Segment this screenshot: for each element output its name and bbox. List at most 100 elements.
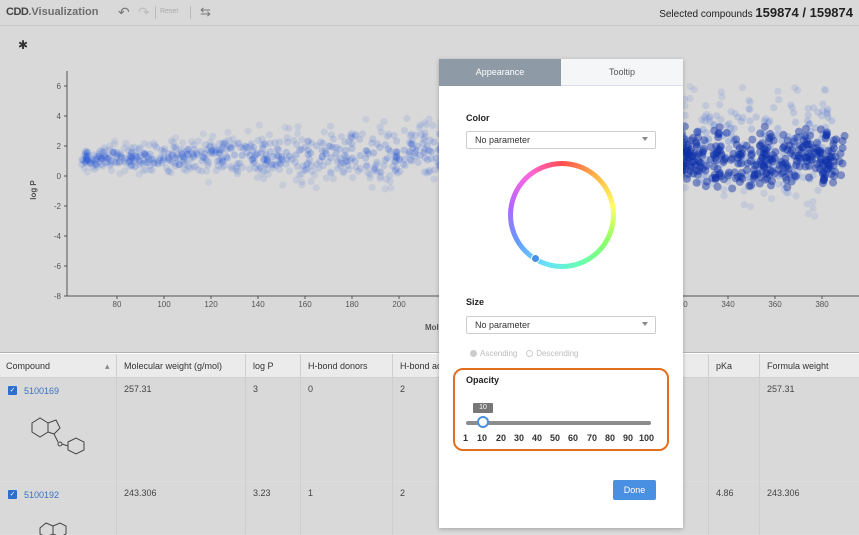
- scatter-point: [116, 170, 124, 178]
- scatter-point: [174, 154, 182, 162]
- scatter-point: [387, 184, 395, 192]
- cell-logp: 3.23: [253, 488, 271, 498]
- table-row[interactable]: ✓ 5100192 243.306 3.23 1 2 4.86 243.306: [0, 482, 859, 535]
- scatter-point: [316, 157, 324, 165]
- scatter-point: [327, 131, 335, 139]
- scatter-point: [718, 93, 726, 101]
- scatter-point: [752, 113, 760, 121]
- scatter-point: [818, 162, 827, 170]
- scatter-point: [715, 169, 724, 177]
- scatter-point: [260, 155, 268, 163]
- opacity-tick-label: 80: [605, 433, 616, 443]
- opacity-tick-label: 20: [496, 433, 507, 443]
- reset-button[interactable]: Reset: [160, 8, 178, 15]
- scatter-point: [312, 184, 320, 192]
- scatter-point: [90, 165, 99, 173]
- col-compound[interactable]: Compound: [6, 361, 50, 371]
- scatter-point: [307, 177, 315, 186]
- size-select[interactable]: No parameter: [466, 316, 656, 334]
- opacity-tick-label: 60: [568, 433, 579, 443]
- opacity-slider-handle[interactable]: [477, 416, 489, 428]
- top-bar: CDD.Visualization ↶ ↷ Reset ⇆ Selected c…: [0, 0, 859, 26]
- col-mw[interactable]: Molecular weight (g/mol): [124, 361, 222, 371]
- row-checkbox[interactable]: ✓: [8, 386, 17, 395]
- table-header: Compound ▴ Molecular weight (g/mol) log …: [0, 354, 859, 378]
- sort-icon[interactable]: ▴: [105, 361, 110, 372]
- color-wheel-handle[interactable]: [531, 254, 540, 263]
- scatter-point: [135, 170, 143, 178]
- col-hbd[interactable]: H-bond donors: [308, 361, 368, 371]
- done-button[interactable]: Done: [613, 480, 656, 500]
- scatter-point: [192, 162, 200, 170]
- tab-appearance[interactable]: Appearance: [439, 59, 561, 86]
- scatter-point: [383, 154, 391, 162]
- redo-icon[interactable]: ↷: [138, 4, 150, 21]
- scatter-point: [775, 96, 783, 104]
- opacity-tick-label: 90: [623, 433, 634, 443]
- scatter-point: [306, 156, 314, 164]
- scatter-point: [692, 178, 701, 187]
- color-wheel[interactable]: [508, 161, 616, 269]
- scatter-point: [777, 169, 786, 178]
- tab-tooltip[interactable]: Tooltip: [561, 59, 683, 86]
- col-pka[interactable]: pKa: [716, 361, 732, 371]
- table-row[interactable]: ✓ 5100169 257.31 3 0 2 257.31: [0, 378, 859, 482]
- scatter-point: [715, 123, 724, 132]
- scatter-point: [185, 162, 193, 170]
- descending-radio[interactable]: [526, 350, 534, 357]
- scatter-point: [327, 154, 335, 162]
- color-select[interactable]: No parameter: [466, 131, 656, 149]
- compound-link[interactable]: 5100169: [24, 386, 59, 396]
- scatter-point: [768, 177, 776, 185]
- scatter-point: [351, 157, 359, 165]
- scatter-point: [770, 104, 778, 112]
- scatter-svg[interactable]: 6420-2-4-6-8log P80100120140160180200320…: [0, 26, 859, 353]
- column-divider: [300, 354, 301, 535]
- scatter-point: [304, 137, 312, 145]
- scatter-point: [762, 154, 771, 163]
- row-checkbox[interactable]: ✓: [8, 490, 17, 499]
- gear-icon[interactable]: ✱: [18, 38, 28, 52]
- col-fw[interactable]: Formula weight: [767, 361, 829, 371]
- scatter-point: [178, 139, 187, 147]
- scatter-point: [745, 105, 753, 113]
- swap-icon[interactable]: ⇆: [200, 4, 211, 20]
- scatter-point: [376, 143, 384, 152]
- scatter-point: [748, 135, 757, 144]
- scatter-point: [339, 167, 347, 176]
- scatter-point: [169, 139, 177, 147]
- col-hba[interactable]: H-bond ac: [400, 361, 442, 371]
- scatter-plot[interactable]: 6420-2-4-6-8log P80100120140160180200320…: [0, 26, 859, 353]
- structure-image: [39, 522, 67, 535]
- scatter-point: [383, 132, 391, 140]
- scatter-point: [716, 101, 724, 109]
- col-logp[interactable]: log P: [253, 361, 274, 371]
- compound-link[interactable]: 5100192: [24, 490, 59, 500]
- scatter-point: [407, 140, 415, 148]
- scatter-point: [819, 100, 827, 108]
- x-tick-label: 120: [204, 300, 218, 309]
- y-tick-label: -6: [54, 262, 62, 271]
- toolbar-divider: [190, 6, 191, 19]
- scatter-point: [150, 156, 158, 164]
- opacity-title: Opacity: [466, 375, 500, 385]
- scatter-point: [810, 104, 818, 112]
- scatter-point: [430, 138, 438, 146]
- scatter-point: [194, 151, 202, 159]
- scatter-point: [198, 157, 206, 165]
- app-logo: CDD.Visualization: [6, 6, 99, 18]
- x-tick-label: 140: [251, 300, 265, 309]
- scatter-point: [128, 161, 136, 169]
- scatter-point: [109, 148, 117, 156]
- scatter-point: [691, 160, 700, 169]
- scatter-point: [748, 125, 756, 133]
- ascending-radio[interactable]: [470, 350, 477, 357]
- scatter-point: [720, 192, 728, 200]
- opacity-tick-label: 1: [463, 433, 469, 443]
- scatter-point: [700, 136, 709, 145]
- opacity-slider-track[interactable]: [466, 421, 651, 425]
- undo-icon[interactable]: ↶: [118, 4, 130, 21]
- scatter-point: [283, 138, 291, 146]
- scatter-point: [732, 140, 741, 149]
- scatter-point: [801, 153, 810, 162]
